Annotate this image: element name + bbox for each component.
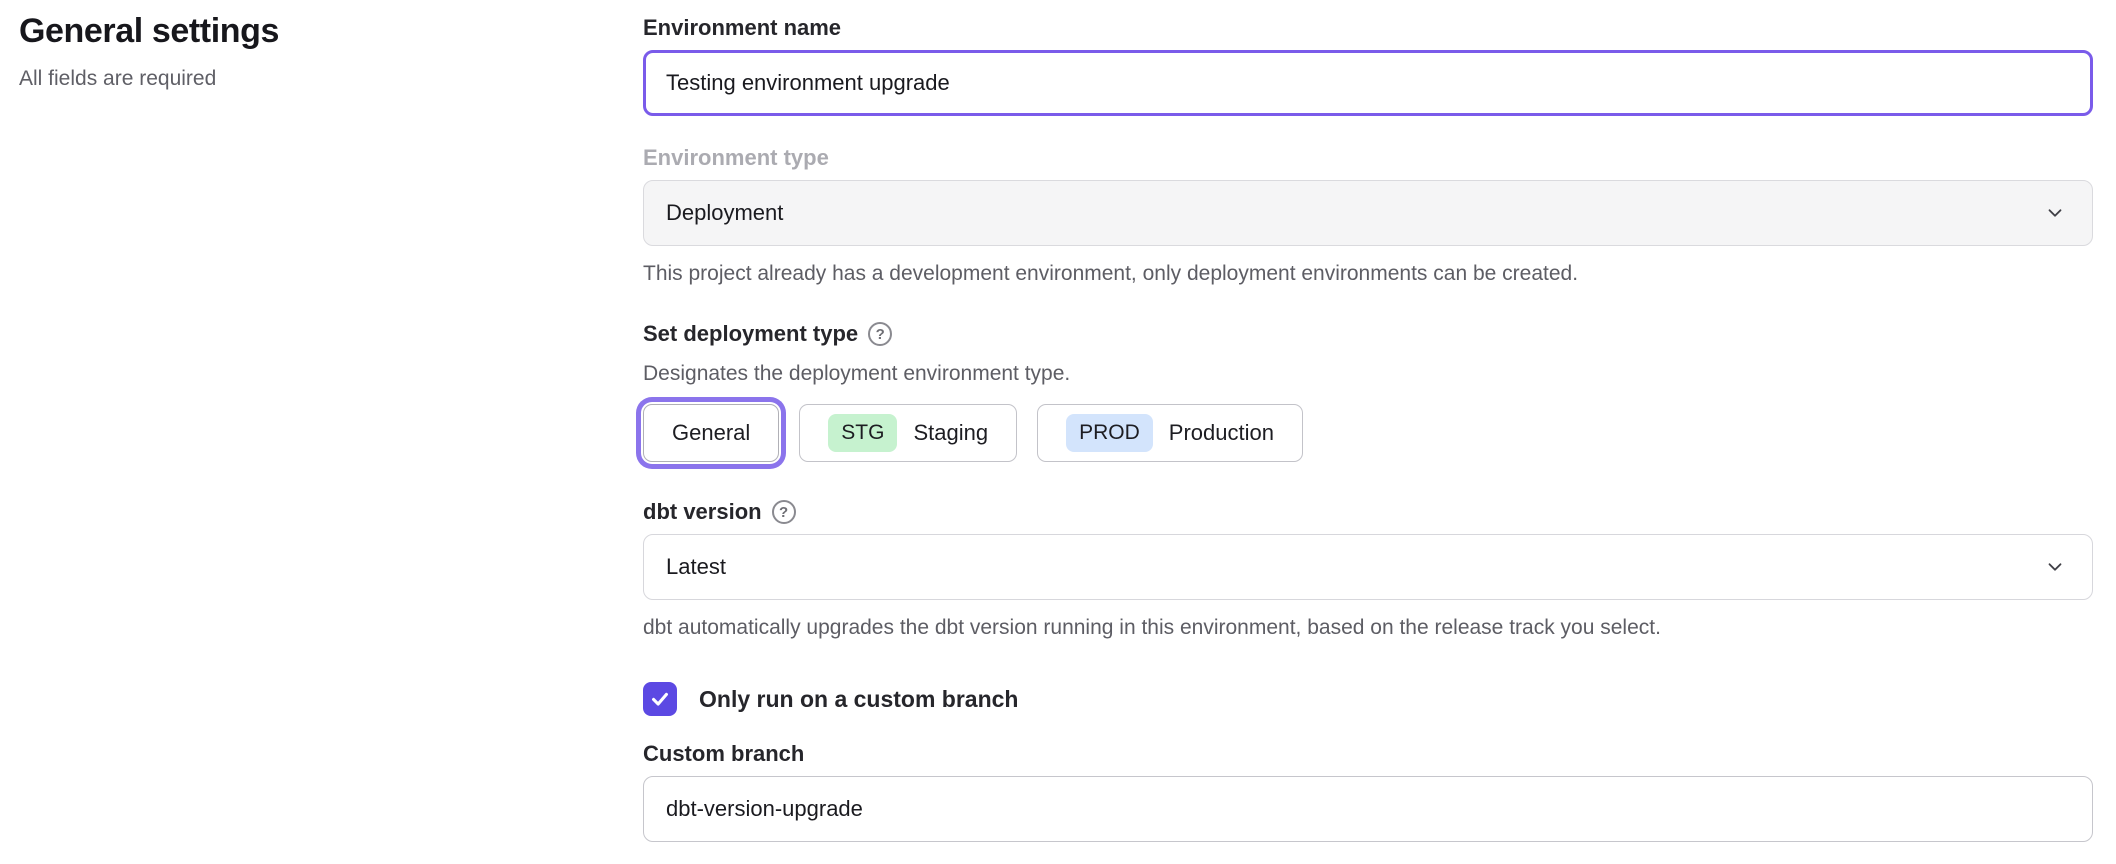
dbt-version-label: dbt version: [643, 498, 762, 526]
environment-settings-form: Environment name Environment type Deploy…: [643, 0, 2093, 864]
environment-type-helper: This project already has a development e…: [643, 260, 2093, 288]
field-custom-branch: Custom branch: [643, 740, 2093, 842]
environment-type-select[interactable]: Deployment: [643, 180, 2093, 246]
help-icon[interactable]: ?: [772, 500, 796, 524]
custom-branch-checkbox[interactable]: [643, 682, 677, 716]
chevron-down-icon: [2044, 202, 2066, 224]
dbt-version-helper: dbt automatically upgrades the dbt versi…: [643, 614, 2093, 642]
deployment-type-staging-label: Staging: [913, 420, 988, 446]
deployment-type-production-button[interactable]: PROD Production: [1037, 404, 1303, 462]
environment-type-label: Environment type: [643, 144, 829, 172]
custom-branch-toggle-label[interactable]: Only run on a custom branch: [699, 686, 1018, 713]
staging-badge: STG: [828, 414, 897, 452]
settings-header: General settings All fields are required: [0, 0, 643, 864]
field-environment-name: Environment name: [643, 14, 2093, 116]
environment-name-input[interactable]: [643, 50, 2093, 116]
field-deployment-type: Set deployment type ? Designates the dep…: [643, 320, 2093, 462]
environment-name-label: Environment name: [643, 14, 841, 42]
page-title: General settings: [19, 12, 643, 51]
dbt-version-select[interactable]: Latest: [643, 534, 2093, 600]
field-environment-type: Environment type Deployment This project…: [643, 144, 2093, 288]
deployment-type-label: Set deployment type: [643, 320, 858, 348]
custom-branch-label: Custom branch: [643, 740, 804, 768]
field-custom-branch-toggle: Only run on a custom branch: [643, 682, 2093, 716]
deployment-type-staging-button[interactable]: STG Staging: [799, 404, 1017, 462]
dbt-version-value: Latest: [666, 554, 726, 580]
production-badge: PROD: [1066, 414, 1153, 452]
deployment-type-options: General STG Staging PROD Production: [643, 404, 2093, 462]
deployment-type-production-label: Production: [1169, 420, 1274, 446]
environment-type-value: Deployment: [666, 200, 783, 226]
help-icon[interactable]: ?: [868, 322, 892, 346]
deployment-type-general-label: General: [672, 420, 750, 446]
field-dbt-version: dbt version ? Latest dbt automatically u…: [643, 498, 2093, 642]
page-subtitle: All fields are required: [19, 67, 643, 91]
check-icon: [649, 688, 671, 710]
custom-branch-input[interactable]: [643, 776, 2093, 842]
deployment-type-general-button[interactable]: General: [643, 404, 779, 462]
deployment-type-helper: Designates the deployment environment ty…: [643, 360, 2093, 388]
chevron-down-icon: [2044, 556, 2066, 578]
